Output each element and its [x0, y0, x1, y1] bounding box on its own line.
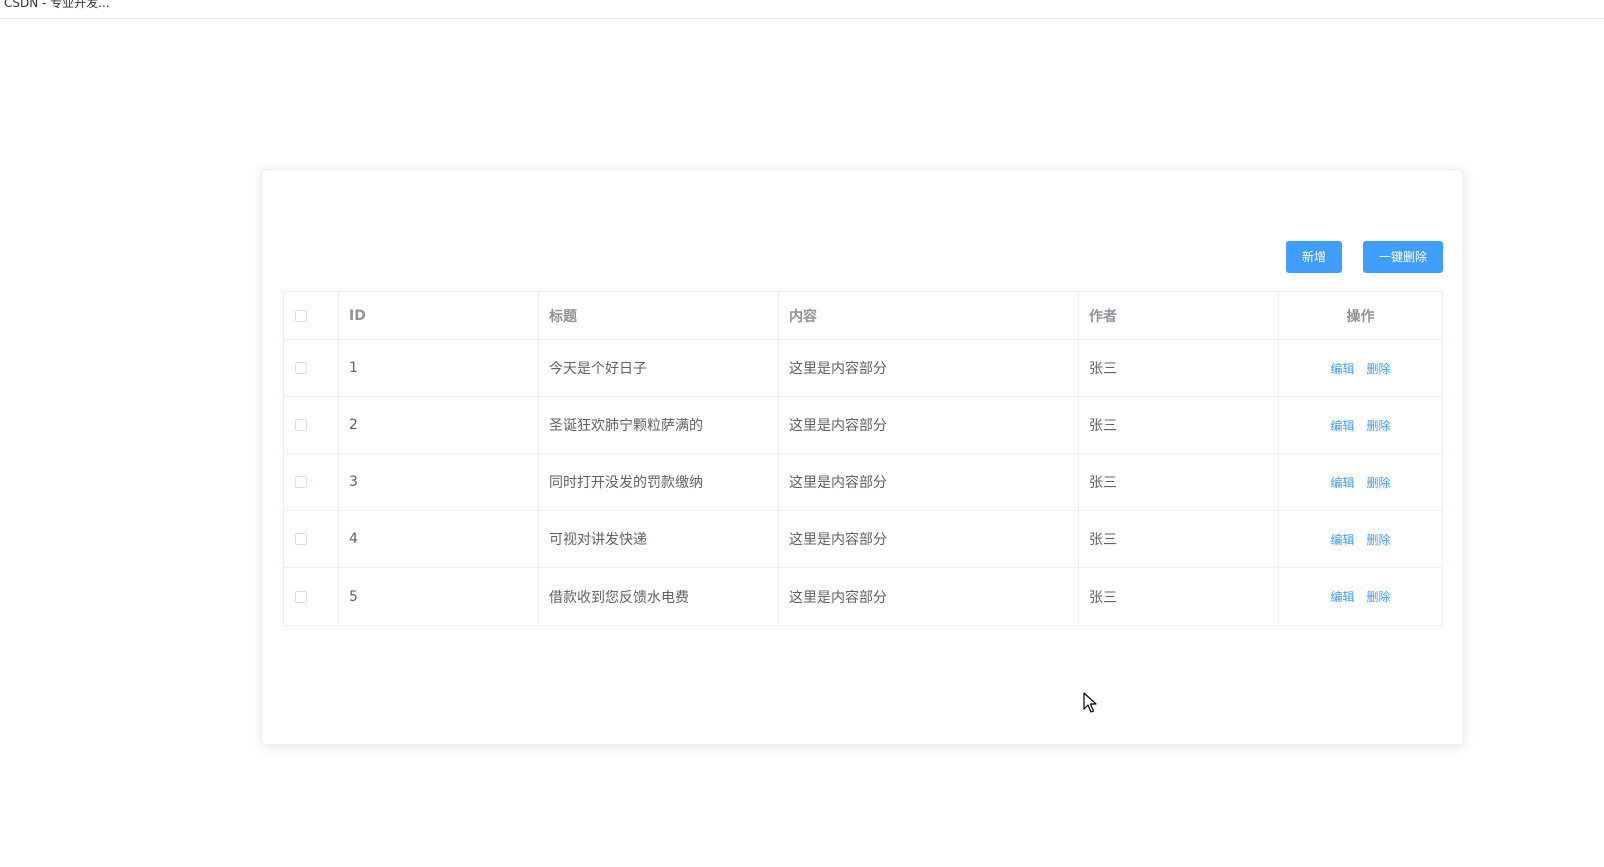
cell-actions: 编辑 删除 — [1279, 511, 1442, 567]
row-checkbox[interactable] — [295, 476, 307, 488]
cell-title: 借款收到您反馈水电费 — [539, 568, 779, 625]
row-check-cell — [284, 454, 339, 510]
edit-link[interactable]: 编辑 — [1330, 588, 1354, 605]
column-header-title: 标题 — [539, 292, 779, 339]
row-check-cell — [284, 511, 339, 567]
delete-link[interactable]: 删除 — [1367, 417, 1391, 434]
mouse-pointer-icon — [1083, 692, 1097, 713]
delete-link[interactable]: 删除 — [1367, 531, 1391, 548]
cell-actions: 编辑 删除 — [1279, 340, 1442, 396]
row-check-cell — [284, 397, 339, 453]
table-row: 5 借款收到您反馈水电费 这里是内容部分 张三 编辑 删除 — [284, 568, 1442, 625]
table-row: 3 同时打开没发的罚款缴纳 这里是内容部分 张三 编辑 删除 — [284, 454, 1442, 511]
cell-content: 这里是内容部分 — [779, 397, 1079, 453]
cell-content: 这里是内容部分 — [779, 340, 1079, 396]
browser-tab-bar: CSDN - 专业开发... — [0, 0, 1604, 19]
table-row: 1 今天是个好日子 这里是内容部分 张三 编辑 删除 — [284, 340, 1442, 397]
tab-title[interactable]: CSDN - 专业开发... — [4, 0, 110, 11]
row-checkbox[interactable] — [295, 533, 307, 545]
cell-actions: 编辑 删除 — [1279, 454, 1442, 510]
edit-link[interactable]: 编辑 — [1330, 360, 1354, 377]
delete-link[interactable]: 删除 — [1367, 360, 1391, 377]
cell-content: 这里是内容部分 — [779, 454, 1079, 510]
add-button[interactable]: 新增 — [1286, 241, 1342, 273]
delete-link[interactable]: 删除 — [1367, 474, 1391, 491]
cell-id: 1 — [339, 340, 539, 396]
cell-actions: 编辑 删除 — [1279, 397, 1442, 453]
select-all-checkbox[interactable] — [295, 309, 307, 322]
cell-title: 可视对讲发快递 — [539, 511, 779, 567]
cell-actions: 编辑 删除 — [1279, 568, 1442, 625]
edit-link[interactable]: 编辑 — [1330, 531, 1354, 548]
row-check-cell — [284, 568, 339, 625]
column-header-author: 作者 — [1079, 292, 1279, 339]
cell-author: 张三 — [1079, 454, 1279, 510]
column-header-content: 内容 — [779, 292, 1079, 339]
edit-link[interactable]: 编辑 — [1330, 417, 1354, 434]
cell-content: 这里是内容部分 — [779, 568, 1079, 625]
cell-title: 圣诞狂欢肺宁颗粒萨满的 — [539, 397, 779, 453]
cell-author: 张三 — [1079, 340, 1279, 396]
cell-content: 这里是内容部分 — [779, 511, 1079, 567]
row-checkbox[interactable] — [295, 419, 307, 431]
cell-author: 张三 — [1079, 511, 1279, 567]
delete-link[interactable]: 删除 — [1367, 588, 1391, 605]
row-checkbox[interactable] — [295, 362, 307, 374]
header-check-cell — [284, 292, 339, 339]
cell-id: 3 — [339, 454, 539, 510]
content-card: 新增 一键删除 ID 标题 内容 作者 操作 1 今天是个好日子 这里是内容部分… — [261, 169, 1464, 745]
cell-id: 2 — [339, 397, 539, 453]
cell-title: 同时打开没发的罚款缴纳 — [539, 454, 779, 510]
column-header-id: ID — [339, 292, 539, 339]
edit-link[interactable]: 编辑 — [1330, 474, 1354, 491]
table-header-row: ID 标题 内容 作者 操作 — [284, 292, 1442, 340]
table-row: 2 圣诞狂欢肺宁颗粒萨满的 这里是内容部分 张三 编辑 删除 — [284, 397, 1442, 454]
column-header-actions: 操作 — [1346, 308, 1375, 325]
batch-delete-button[interactable]: 一键删除 — [1363, 241, 1443, 273]
cell-id: 5 — [339, 568, 539, 625]
row-check-cell — [284, 340, 339, 396]
data-table: ID 标题 内容 作者 操作 1 今天是个好日子 这里是内容部分 张三 编辑 删… — [283, 291, 1443, 626]
cell-title: 今天是个好日子 — [539, 340, 779, 396]
cell-author: 张三 — [1079, 397, 1279, 453]
row-checkbox[interactable] — [295, 590, 307, 603]
cell-author: 张三 — [1079, 568, 1279, 625]
table-row: 4 可视对讲发快递 这里是内容部分 张三 编辑 删除 — [284, 511, 1442, 568]
cell-id: 4 — [339, 511, 539, 567]
